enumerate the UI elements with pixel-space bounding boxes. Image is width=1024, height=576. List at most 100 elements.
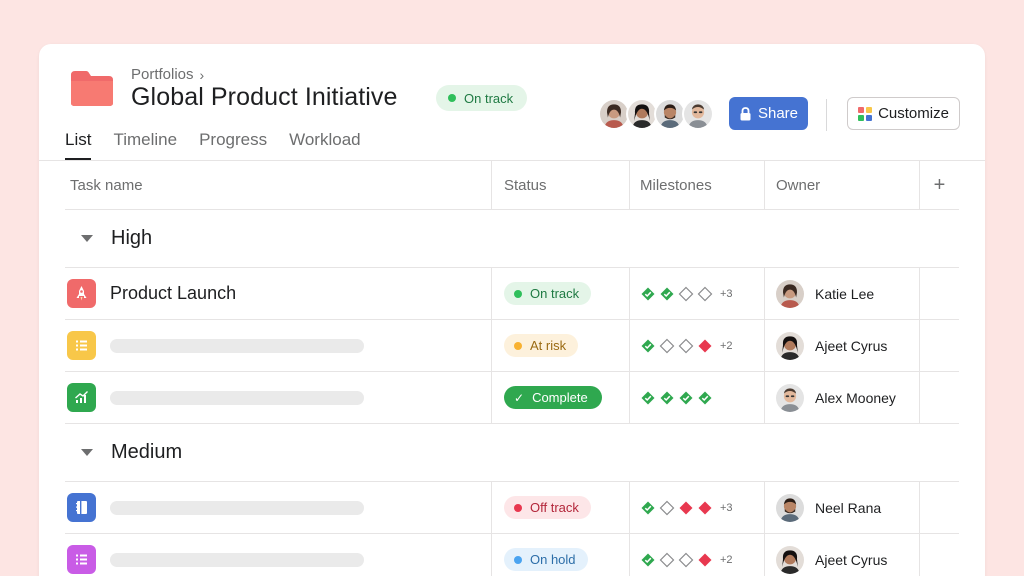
task-cell[interactable]: [65, 372, 492, 423]
milestones-more-count[interactable]: +3: [720, 502, 733, 514]
status-cell[interactable]: On track: [492, 268, 630, 319]
member-avatar[interactable]: [682, 98, 714, 130]
owner-cell[interactable]: Alex Mooney: [765, 372, 920, 423]
status-cell[interactable]: ✓ Complete: [492, 372, 630, 423]
task-name-placeholder: [110, 338, 364, 353]
status-badge[interactable]: Off track: [504, 496, 591, 519]
milestones-cell[interactable]: +3: [630, 482, 765, 533]
status-cell[interactable]: Off track: [492, 482, 630, 533]
milestones-more-count[interactable]: +2: [720, 554, 733, 566]
milestones-cell[interactable]: +2: [630, 320, 765, 371]
owner-avatar[interactable]: [776, 545, 804, 574]
owner-cell[interactable]: Neel Rana: [765, 482, 920, 533]
column-header-status[interactable]: Status: [492, 161, 630, 209]
tab-list[interactable]: List: [65, 130, 92, 160]
owner-avatar[interactable]: [776, 493, 804, 522]
owner[interactable]: Alex Mooney: [776, 383, 896, 412]
caret-down-icon[interactable]: [81, 449, 93, 456]
milestone-complete-icon[interactable]: [659, 390, 675, 406]
milestone-open-icon[interactable]: [678, 338, 694, 354]
caret-down-icon[interactable]: [81, 235, 93, 242]
table-row[interactable]: ✓ Complete Alex Mooney: [65, 372, 959, 424]
owner-avatar[interactable]: [776, 279, 804, 308]
milestones-more-count[interactable]: +3: [720, 288, 733, 300]
milestone-open-icon[interactable]: [678, 286, 694, 302]
milestone-complete-icon[interactable]: [697, 390, 713, 406]
tab-timeline[interactable]: Timeline: [113, 130, 177, 160]
owner[interactable]: Ajeet Cyrus: [776, 331, 887, 360]
tab-progress[interactable]: Progress: [199, 130, 267, 160]
status-cell[interactable]: At risk: [492, 320, 630, 371]
owner-cell[interactable]: Ajeet Cyrus: [765, 320, 920, 371]
milestone-complete-icon[interactable]: [678, 390, 694, 406]
owner-name: Katie Lee: [815, 285, 875, 302]
empty-cell: [920, 372, 959, 423]
milestone-missed-icon[interactable]: [697, 552, 713, 568]
milestone-open-icon[interactable]: [659, 500, 675, 516]
chart-icon: [67, 383, 96, 412]
share-button[interactable]: Share: [729, 97, 808, 130]
milestone-open-icon[interactable]: [678, 552, 694, 568]
column-header-milestones[interactable]: Milestones: [630, 161, 765, 209]
task-cell[interactable]: [65, 534, 492, 576]
status-badge[interactable]: On hold: [504, 548, 588, 571]
task-cell[interactable]: Product Launch: [65, 268, 492, 319]
milestone-open-icon[interactable]: [659, 552, 675, 568]
task-cell[interactable]: [65, 482, 492, 533]
milestone-complete-icon[interactable]: [640, 390, 656, 406]
chevron-right-icon: ›: [199, 66, 205, 83]
project-status-badge[interactable]: On track: [436, 85, 528, 111]
table-header-row: Task name Status Milestones Owner +: [65, 161, 959, 210]
owner-avatar[interactable]: [776, 383, 804, 412]
member-avatars[interactable]: [598, 98, 714, 130]
table-row[interactable]: On hold +2 Ajeet Cyrus: [65, 534, 959, 576]
project-status-label: On track: [464, 90, 514, 106]
status-cell[interactable]: On hold: [492, 534, 630, 576]
table-row[interactable]: Product Launch On track +3 Katie Lee: [65, 268, 959, 320]
milestones-more-count[interactable]: +2: [720, 340, 733, 352]
milestone-open-icon[interactable]: [697, 286, 713, 302]
milestone-complete-icon[interactable]: [659, 286, 675, 302]
add-column-button[interactable]: +: [920, 161, 959, 209]
status-badge[interactable]: ✓ Complete: [504, 386, 602, 409]
status-dot-icon: [514, 289, 522, 298]
table-row[interactable]: At risk +2 Ajeet Cyrus: [65, 320, 959, 372]
milestones-cell[interactable]: [630, 372, 765, 423]
portfolio-table: Task name Status Milestones Owner + High…: [65, 161, 959, 576]
tab-workload[interactable]: Workload: [289, 130, 361, 160]
breadcrumb[interactable]: Portfolios ›: [131, 66, 204, 83]
view-tabs: List Timeline Progress Workload: [65, 130, 361, 160]
column-header-task[interactable]: Task name: [65, 161, 492, 209]
milestone-complete-icon[interactable]: [640, 500, 656, 516]
column-header-owner[interactable]: Owner: [765, 161, 920, 209]
milestone-missed-icon[interactable]: [678, 500, 694, 516]
milestones-cell[interactable]: +2: [630, 534, 765, 576]
owner-name: Alex Mooney: [815, 389, 896, 406]
empty-cell: [920, 534, 959, 576]
owner-avatar[interactable]: [776, 331, 804, 360]
customize-button[interactable]: Customize: [847, 97, 960, 130]
breadcrumb-portfolios[interactable]: Portfolios: [131, 66, 194, 83]
page-title: Global Product Initiative: [131, 83, 398, 111]
milestones: +3: [640, 500, 733, 516]
empty-cell: [920, 320, 959, 371]
owner[interactable]: Katie Lee: [776, 279, 875, 308]
milestone-complete-icon[interactable]: [640, 552, 656, 568]
milestone-complete-icon[interactable]: [640, 338, 656, 354]
owner-cell[interactable]: Katie Lee: [765, 268, 920, 319]
milestone-missed-icon[interactable]: [697, 338, 713, 354]
milestone-complete-icon[interactable]: [640, 286, 656, 302]
table-row[interactable]: Off track +3 Neel Rana: [65, 482, 959, 534]
task-cell[interactable]: [65, 320, 492, 371]
owner[interactable]: Ajeet Cyrus: [776, 545, 887, 574]
task-name[interactable]: Product Launch: [110, 283, 236, 304]
section-header[interactable]: High: [65, 210, 959, 268]
owner[interactable]: Neel Rana: [776, 493, 881, 522]
section-header[interactable]: Medium: [65, 424, 959, 482]
milestones-cell[interactable]: +3: [630, 268, 765, 319]
status-badge[interactable]: At risk: [504, 334, 579, 357]
milestone-open-icon[interactable]: [659, 338, 675, 354]
milestone-missed-icon[interactable]: [697, 500, 713, 516]
owner-cell[interactable]: Ajeet Cyrus: [765, 534, 920, 576]
status-badge[interactable]: On track: [504, 282, 592, 305]
